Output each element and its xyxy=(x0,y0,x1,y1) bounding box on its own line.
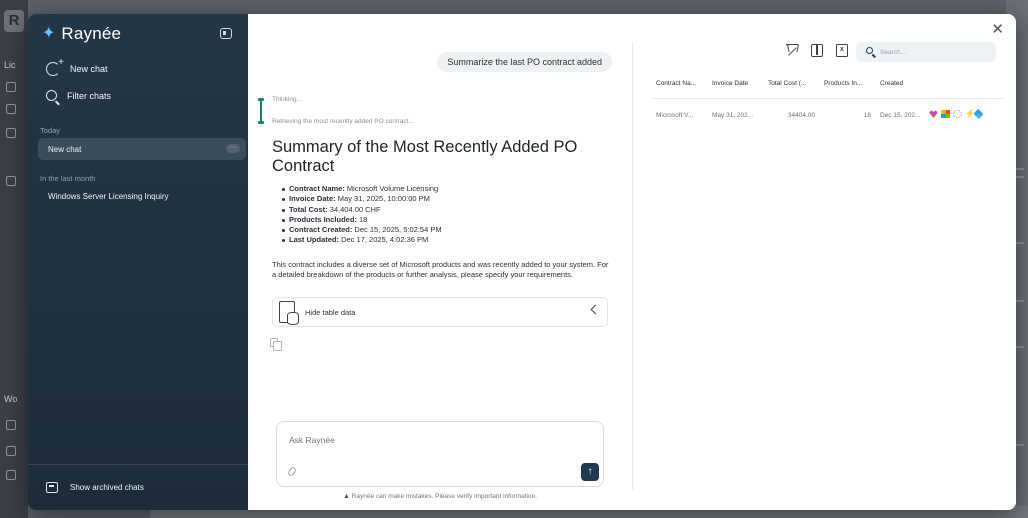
summary-facts: Contract Name: Microsoft Volume Licensin… xyxy=(282,184,442,246)
background-logo: R xyxy=(4,10,24,32)
warning-icon: ▲ xyxy=(342,493,350,500)
search-icon xyxy=(866,47,873,54)
fact-key: Contract Created: xyxy=(289,225,353,235)
fact-item: Contract Name: Microsoft Volume Licensin… xyxy=(282,184,442,194)
table-search-input[interactable] xyxy=(880,46,988,58)
table-document-icon xyxy=(279,301,299,325)
fact-key: Products Included: xyxy=(289,214,357,224)
table-header-row: Contract Na... Invoice Date Total Cost (… xyxy=(653,70,1003,99)
background-nav-icon xyxy=(6,128,16,138)
hide-table-data-label: Hide table data xyxy=(305,307,356,317)
fact-item: Contract Created: Dec 15, 2025, 5:02:54 … xyxy=(282,225,442,235)
background-nav-icon xyxy=(6,82,16,92)
disclaimer: ▲ Raynée can make mistakes. Please verif… xyxy=(248,493,632,500)
filter-off-icon[interactable] xyxy=(786,44,798,57)
cell-invoice-date: May 31, 202... xyxy=(712,111,754,119)
fact-value: 18 xyxy=(356,214,368,224)
main-panel: ✕ Summarize the last PO contract added T… xyxy=(248,14,1016,510)
assistant-modal: ✦ Raynée New chat Filter chats Today New… xyxy=(28,14,1016,510)
fact-key: Total Cost: xyxy=(289,204,328,214)
send-button[interactable]: ↑ xyxy=(581,463,599,481)
user-message: Summarize the last PO contract added xyxy=(437,52,612,72)
table-toolbar: x xyxy=(786,44,848,57)
more-options-icon[interactable]: ··· xyxy=(226,144,240,153)
fact-item: Total Cost: 34,404.00 CHF xyxy=(282,205,442,215)
background-nav-label: Wo xyxy=(4,394,18,404)
background-nav-icon xyxy=(6,470,16,480)
brand: ✦ Raynée xyxy=(42,24,121,44)
chat-item-active[interactable]: New chat ··· xyxy=(38,138,246,160)
copy-icon[interactable] xyxy=(270,338,282,351)
filter-chats-button[interactable]: Filter chats xyxy=(46,90,111,101)
chat-item-label: New chat xyxy=(48,145,82,154)
cell-total-cost: 34404.00 xyxy=(787,111,815,119)
background-nav-icon xyxy=(6,176,16,186)
composer-placeholder: Ask Raynée xyxy=(289,435,335,445)
chat-sidebar: ✦ Raynée New chat Filter chats Today New… xyxy=(28,14,248,510)
chevron-left-icon xyxy=(590,304,601,315)
section-label-last-month: In the last month xyxy=(40,174,96,183)
section-label-today: Today xyxy=(40,126,61,135)
background-nav-label: Lic xyxy=(4,60,16,70)
fact-item: Invoice Date: May 31, 2025, 10:00:00 PM xyxy=(282,194,442,204)
excel-export-icon[interactable]: x xyxy=(836,44,848,57)
close-icon[interactable]: ✕ xyxy=(991,20,1004,38)
summary-description: This contract includes a diverse set of … xyxy=(272,260,609,279)
column-header[interactable]: Total Cost (... xyxy=(765,70,821,99)
collapse-sidebar-icon[interactable] xyxy=(220,28,232,39)
cell-products: 18 xyxy=(863,111,871,119)
panel-divider xyxy=(632,42,633,490)
new-chat-label: New chat xyxy=(70,64,108,74)
fact-key: Last Updated: xyxy=(289,235,340,245)
fact-value: Dec 15, 2025, 5:02:54 PM xyxy=(352,225,442,235)
disclaimer-text: Raynée can make mistakes. Please verify … xyxy=(351,493,538,500)
columns-icon[interactable] xyxy=(811,44,823,57)
show-archived-label: Show archived chats xyxy=(70,483,144,492)
thinking-timeline-icon xyxy=(258,98,264,124)
column-header[interactable]: Invoice Date xyxy=(709,70,765,99)
ring-icon xyxy=(953,110,962,118)
fact-item: Last Updated: Dec 17, 2025, 4:02:36 PM xyxy=(282,235,442,245)
column-header-icons xyxy=(933,70,1003,99)
background-left-nav: R Lic Wo xyxy=(0,0,28,518)
fact-key: Contract Name: xyxy=(289,184,345,193)
show-archived-chats-button[interactable]: Show archived chats xyxy=(28,464,248,510)
brand-name: Raynée xyxy=(61,24,122,43)
fact-value: Dec 17, 2025, 4:02:36 PM xyxy=(339,235,429,245)
cell-contract-name: Microsoft V... xyxy=(656,111,694,119)
sparkle-icon: ✦ xyxy=(42,25,56,42)
fact-value: May 31, 2025, 10:00:00 PM xyxy=(335,194,430,204)
background-nav-icon xyxy=(6,446,16,456)
fact-key: Invoice Date: xyxy=(289,194,336,204)
contracts-table: Contract Na... Invoice Date Total Cost (… xyxy=(653,70,1003,132)
thinking-label: Thinking... xyxy=(272,96,302,103)
heart-icon xyxy=(929,110,938,118)
column-header[interactable]: Created xyxy=(877,70,933,99)
column-header[interactable]: Contract Na... xyxy=(653,70,709,99)
filter-chats-label: Filter chats xyxy=(67,90,112,101)
cell-created: Dec 15, 202... xyxy=(880,111,921,119)
fact-value: 34,404.00 CHF xyxy=(327,204,381,214)
fact-value: Microsoft Volume Licensing xyxy=(344,184,439,193)
summary-title: Summary of the Most Recently Added PO Co… xyxy=(272,138,578,175)
new-chat-button[interactable]: New chat xyxy=(46,57,108,76)
attachment-icon[interactable] xyxy=(286,466,298,477)
background-nav-icon xyxy=(6,104,16,114)
new-chat-icon xyxy=(46,57,64,76)
message-composer[interactable]: Ask Raynée ↑ xyxy=(276,421,604,487)
bolt-icon: ⚡ xyxy=(965,109,975,118)
row-icon-strip: ⚡ xyxy=(929,108,984,120)
hide-table-data-button[interactable]: Hide table data xyxy=(272,297,608,327)
microsoft-logo-icon xyxy=(941,110,950,118)
chat-item[interactable]: Windows Server Licensing Inquiry xyxy=(48,192,169,201)
search-icon xyxy=(46,90,57,101)
thinking-step: Retrieving the most recently added PO co… xyxy=(272,118,414,125)
column-header[interactable]: Products In... xyxy=(821,70,877,99)
background-nav-icon xyxy=(6,420,16,430)
archive-icon xyxy=(46,482,58,493)
fact-item: Products Included: 18 xyxy=(282,215,442,225)
table-search xyxy=(856,42,996,62)
